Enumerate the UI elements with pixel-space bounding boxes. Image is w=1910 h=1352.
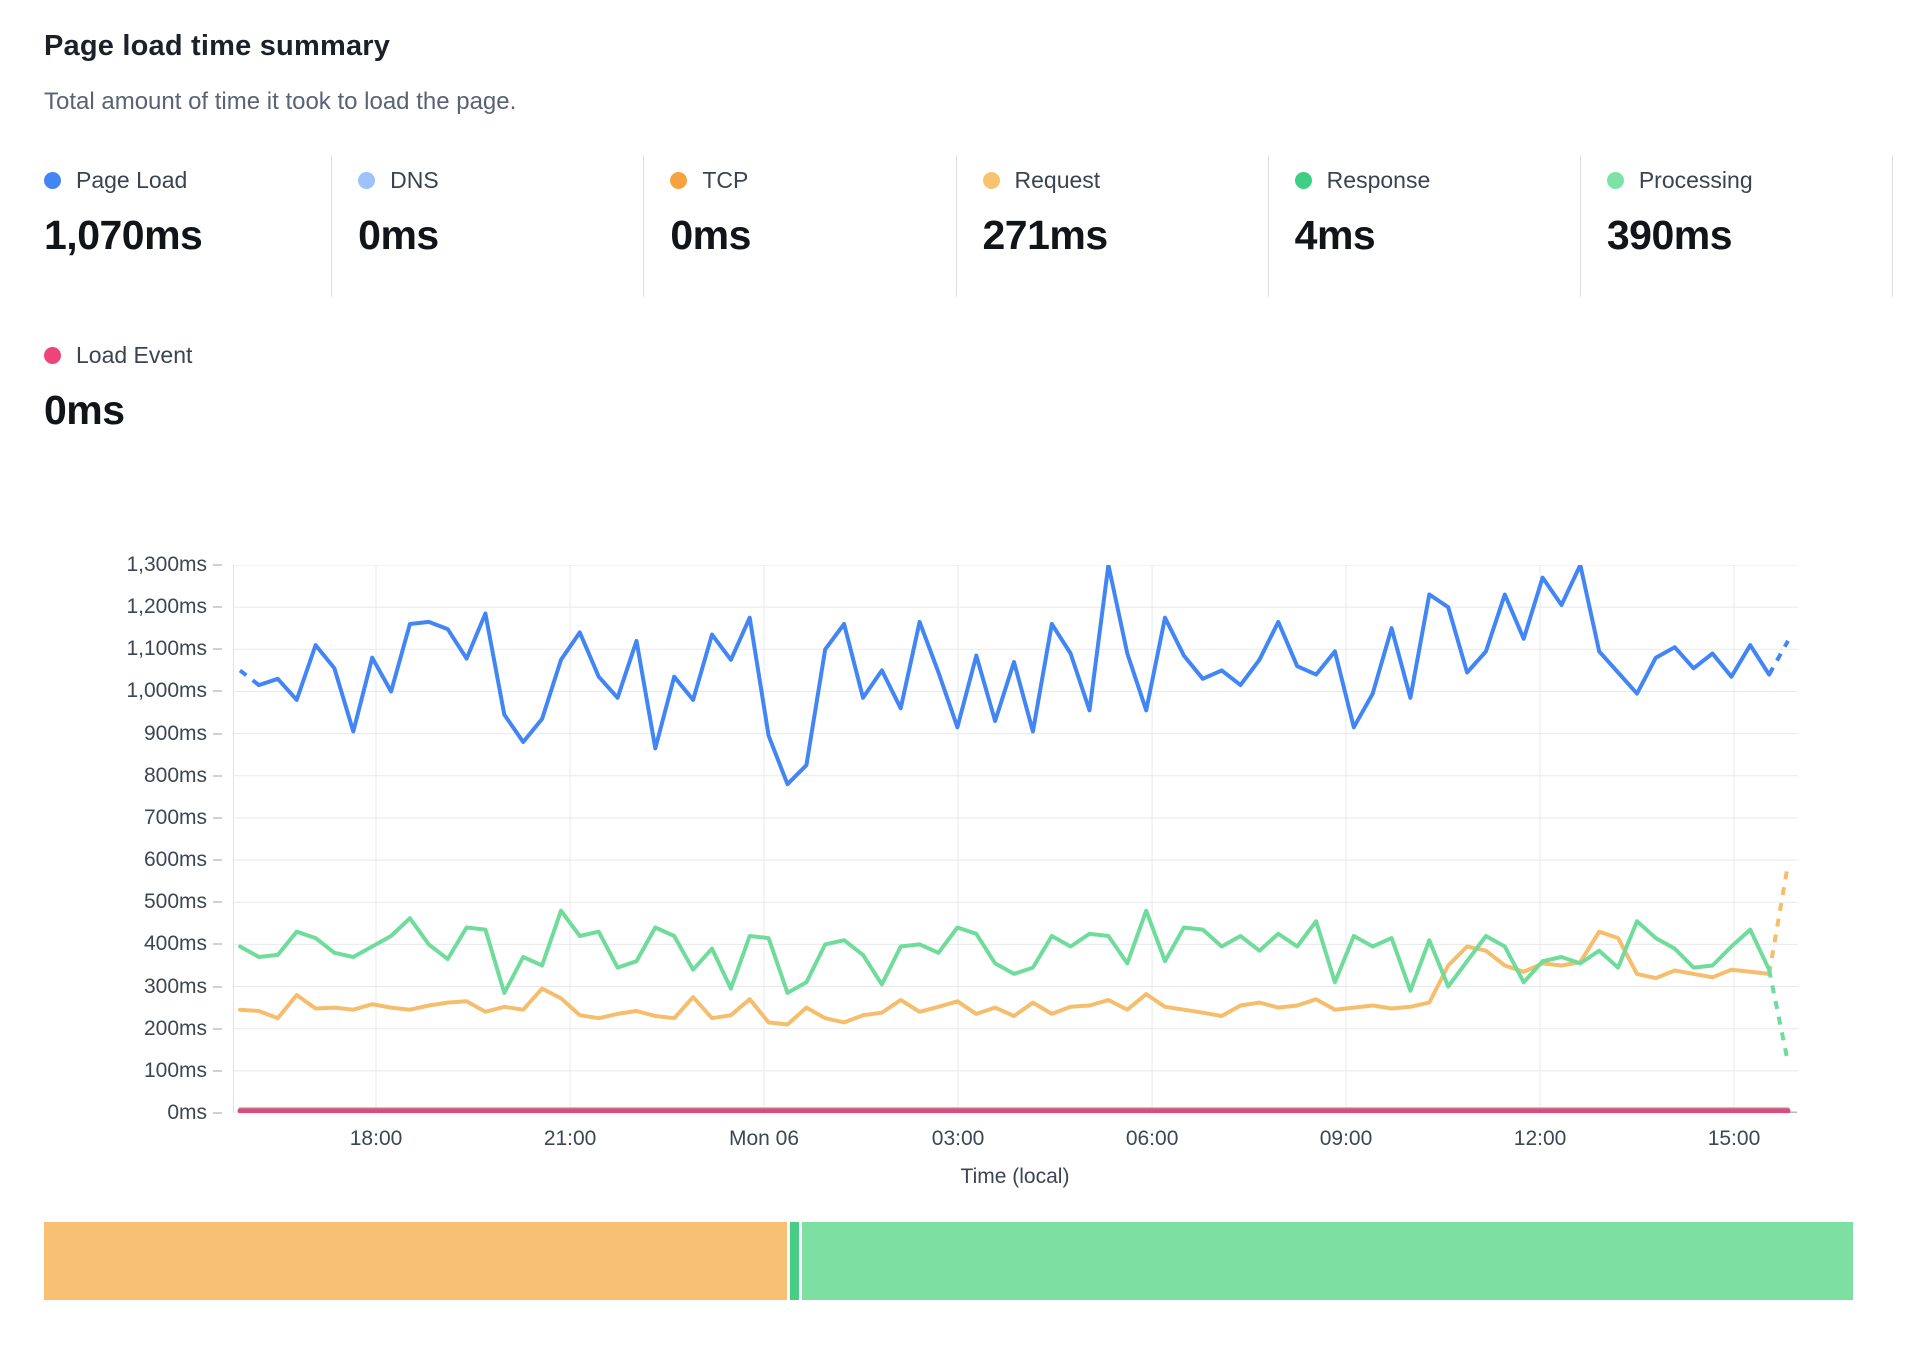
y-tick-label: 1,300ms: [57, 552, 207, 578]
stat-label: DNS: [390, 167, 439, 194]
y-tick-label: 300ms: [57, 974, 207, 1000]
y-tick-label: 400ms: [57, 931, 207, 957]
status-segment-1[interactable]: [44, 1222, 787, 1300]
metric-legend-row-2: Load Event 0ms: [44, 330, 444, 472]
x-tick-label: 03:00: [932, 1127, 985, 1151]
y-tick-label: 900ms: [57, 721, 207, 747]
y-tick-label: 500ms: [57, 889, 207, 915]
stat-page-load: Page Load 1,070ms: [44, 155, 332, 297]
y-tick-label: 1,100ms: [57, 636, 207, 662]
y-tick-mark: [213, 648, 222, 650]
request-line-dashed-tail: [1769, 864, 1788, 974]
x-tick-label: 21:00: [544, 1127, 597, 1151]
stat-value: 390ms: [1607, 212, 1892, 259]
stat-load-event: Load Event 0ms: [44, 330, 192, 472]
stat-label: Request: [1015, 167, 1101, 194]
metric-legend-row: Page Load 1,070ms DNS 0ms TCP 0ms Reques…: [44, 155, 1893, 297]
y-tick-mark: [213, 859, 222, 861]
legend-dot-icon: [358, 172, 375, 189]
y-tick-mark: [213, 901, 222, 903]
stat-label: Response: [1327, 167, 1431, 194]
y-tick-mark: [213, 943, 222, 945]
legend-dot-icon: [1295, 172, 1312, 189]
processing-line-dashed-tail: [1769, 970, 1788, 1063]
y-tick-label: 1,000ms: [57, 678, 207, 704]
stat-value: 271ms: [983, 212, 1268, 259]
y-tick-label: 600ms: [57, 847, 207, 873]
page-load-line-dashed-tail: [1769, 641, 1788, 675]
stat-value: 1,070ms: [44, 212, 331, 259]
y-tick-mark: [213, 775, 222, 777]
y-tick-label: 0ms: [57, 1100, 207, 1126]
y-tick-mark: [213, 1070, 222, 1072]
y-tick-mark: [213, 690, 222, 692]
x-tick-label: 18:00: [350, 1127, 403, 1151]
stat-request: Request 271ms: [957, 155, 1269, 297]
y-tick-mark: [213, 733, 222, 735]
y-tick-mark: [213, 1112, 222, 1114]
stat-value: 0ms: [44, 387, 192, 434]
line-chart[interactable]: [233, 565, 1798, 1113]
x-axis-title: Time (local): [961, 1165, 1070, 1189]
page-title: Page load time summary: [44, 30, 390, 63]
page-load-summary-panel: Page load time summary Total amount of t…: [0, 0, 1910, 1352]
stat-processing: Processing 390ms: [1581, 155, 1893, 297]
stat-dns: DNS 0ms: [332, 155, 644, 297]
legend-dot-icon: [44, 172, 61, 189]
legend-dot-icon: [44, 347, 61, 364]
legend-dot-icon: [670, 172, 687, 189]
x-tick-label: 15:00: [1708, 1127, 1761, 1151]
y-tick-label: 700ms: [57, 805, 207, 831]
y-tick-label: 800ms: [57, 763, 207, 789]
legend-dot-icon: [983, 172, 1000, 189]
plot-area[interactable]: [233, 565, 1798, 1113]
stat-label: TCP: [702, 167, 748, 194]
y-tick-mark: [213, 564, 222, 566]
status-segment-3[interactable]: [802, 1222, 1852, 1300]
stat-value: 0ms: [670, 212, 955, 259]
stat-label: Load Event: [76, 342, 192, 369]
x-tick-label: Mon 06: [729, 1127, 799, 1151]
page-load-line: [259, 565, 1769, 784]
stat-label: Processing: [1639, 167, 1753, 194]
page-load-line-dashed-lead: [240, 670, 259, 685]
stat-value: 0ms: [358, 212, 643, 259]
stat-response: Response 4ms: [1269, 155, 1581, 297]
x-tick-label: 09:00: [1320, 1127, 1373, 1151]
y-tick-label: 100ms: [57, 1058, 207, 1084]
x-tick-label: 06:00: [1126, 1127, 1179, 1151]
y-tick-mark: [213, 817, 222, 819]
stat-tcp: TCP 0ms: [644, 155, 956, 297]
status-segment-2[interactable]: [790, 1222, 800, 1300]
y-tick-label: 1,200ms: [57, 594, 207, 620]
status-timeline-bar[interactable]: [44, 1222, 1855, 1300]
y-tick-label: 200ms: [57, 1016, 207, 1042]
page-subtitle: Total amount of time it took to load the…: [44, 88, 516, 116]
y-tick-mark: [213, 986, 222, 988]
y-tick-mark: [213, 606, 222, 608]
stat-value: 4ms: [1295, 212, 1580, 259]
y-tick-mark: [213, 1028, 222, 1030]
x-tick-label: 12:00: [1514, 1127, 1567, 1151]
stat-label: Page Load: [76, 167, 187, 194]
legend-dot-icon: [1607, 172, 1624, 189]
